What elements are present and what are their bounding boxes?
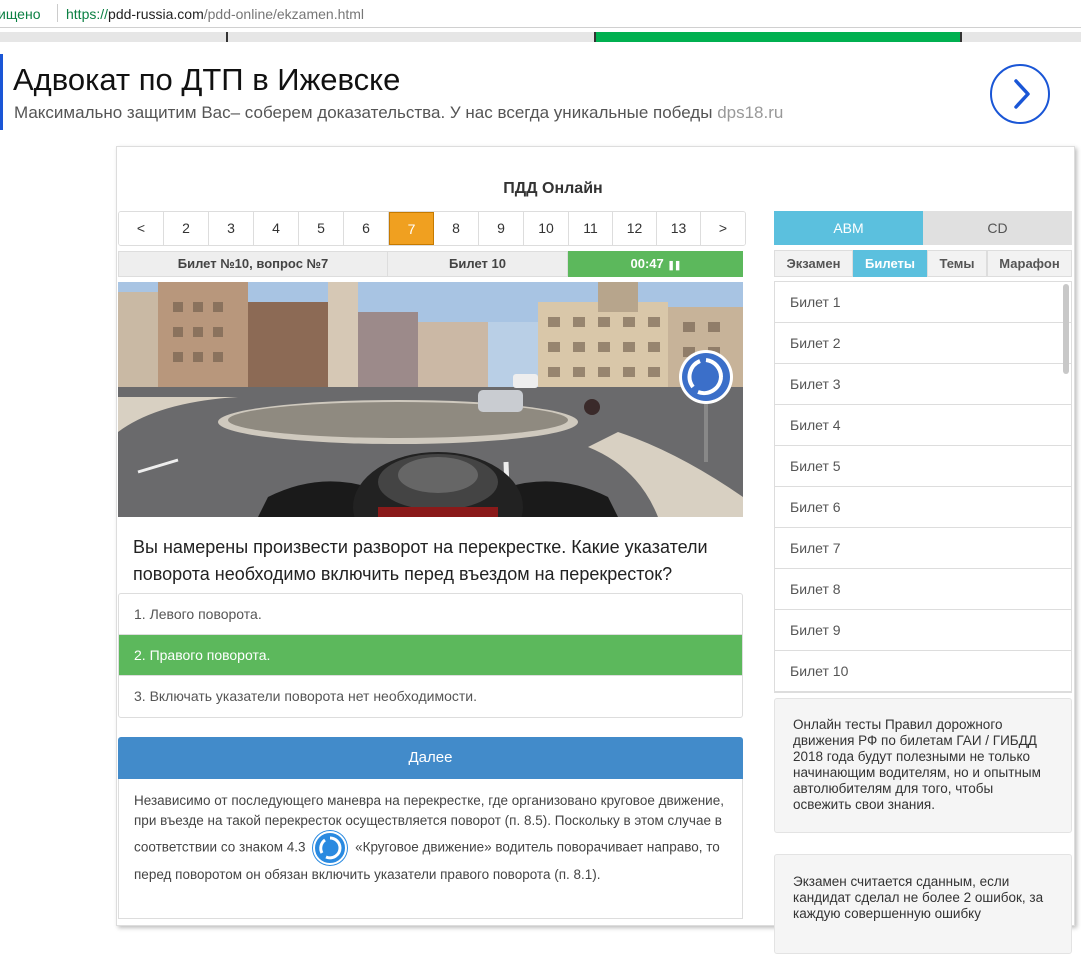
next-button[interactable]: Далее: [118, 737, 743, 779]
pager-item[interactable]: 4: [254, 212, 299, 245]
pager-item[interactable]: 13: [657, 212, 701, 245]
answer-option[interactable]: 3. Включать указатели поворота нет необх…: [119, 676, 742, 717]
ticket-item[interactable]: Билет 9: [775, 610, 1071, 651]
ad-title[interactable]: Адвокат по ДТП в Ижевске: [13, 62, 400, 98]
pager-item[interactable]: 2: [164, 212, 209, 245]
url-host: pdd-russia.com: [108, 6, 204, 22]
page-progress-strip: [0, 32, 1081, 42]
ticket-item[interactable]: Билет 2: [775, 323, 1071, 364]
pager-item[interactable]: 10: [524, 212, 569, 245]
pager-item[interactable]: 11: [569, 212, 613, 245]
progress-fill: [594, 32, 962, 42]
ticket-item[interactable]: Билет 8: [775, 569, 1071, 610]
secure-label: ищено: [0, 6, 41, 22]
ticket-label: Билет 10: [388, 251, 568, 277]
tab-cd[interactable]: CD: [923, 211, 1072, 245]
pause-icon[interactable]: ❚❚: [667, 260, 681, 270]
answer-list: 1. Левого поворота. 2. Правого поворота.…: [118, 593, 743, 718]
ticket-list[interactable]: Билет 1 Билет 2 Билет 3 Билет 4 Билет 5 …: [774, 281, 1072, 693]
pager-prev[interactable]: <: [119, 212, 164, 245]
ticket-item[interactable]: Билет 10: [775, 651, 1071, 692]
roundabout-scene-illustration: [118, 282, 743, 517]
page-title: ПДД Онлайн: [503, 180, 603, 197]
url-text[interactable]: https://pdd-russia.com/pdd-online/ekzame…: [66, 6, 364, 22]
ticket-item[interactable]: Билет 3: [775, 364, 1071, 405]
explanation: Независимо от последующего маневра на пе…: [118, 779, 743, 919]
info-box-exam-rules: Экзамен считается сданным, если кандидат…: [774, 854, 1072, 954]
pager-next[interactable]: >: [701, 212, 745, 245]
ad-domain[interactable]: dps18.ru: [717, 103, 783, 122]
question-text: Вы намерены произвести разворот на перек…: [133, 537, 708, 584]
ad-accent-bar: [0, 54, 3, 130]
url-path: /pdd-online/ekzamen.html: [203, 6, 365, 22]
pager-item[interactable]: 6: [344, 212, 389, 245]
pager-item-active[interactable]: 7: [389, 212, 434, 245]
ad-open-button[interactable]: [990, 64, 1050, 124]
url-scheme: https://: [66, 6, 109, 22]
timer[interactable]: 00:47 ❚❚: [568, 251, 743, 277]
chevron-right-icon: [1014, 79, 1030, 109]
pager-item[interactable]: 9: [479, 212, 524, 245]
pager-item[interactable]: 5: [299, 212, 344, 245]
ad-description-text: Максимально защитим Вас– соберем доказат…: [14, 103, 713, 122]
ad-banner[interactable]: Адвокат по ДТП в Ижевске Максимально защ…: [0, 54, 1081, 132]
answer-option-correct[interactable]: 2. Правого поворота.: [119, 635, 742, 676]
question-pager: < 2 3 4 5 6 7 8 9 10 11 12 13 >: [118, 211, 746, 246]
exam-panel: ПДД Онлайн < 2 3 4 5 6 7 8 9 10 11 12 13…: [116, 146, 1075, 954]
address-bar[interactable]: ищено https://pdd-russia.com/pdd-online/…: [0, 0, 1081, 28]
info-box-about: Онлайн тесты Правил дорожного движения Р…: [774, 698, 1072, 833]
tab-abm[interactable]: ABM: [774, 211, 923, 245]
ticket-item[interactable]: Билет 6: [775, 487, 1071, 528]
question-image: [118, 282, 743, 517]
pager-item[interactable]: 8: [434, 212, 479, 245]
ad-description: Максимально защитим Вас– соберем доказат…: [14, 103, 783, 123]
ticket-item[interactable]: Билет 5: [775, 446, 1071, 487]
answer-option[interactable]: 1. Левого поворота.: [119, 594, 742, 635]
ticket-item[interactable]: Билет 4: [775, 405, 1071, 446]
ticket-item[interactable]: Билет 1: [775, 282, 1071, 323]
progress-marker: [226, 32, 228, 42]
ticket-list-scrollbar[interactable]: [1063, 284, 1069, 374]
timer-value: 00:47: [630, 256, 664, 271]
tab-marathon[interactable]: Марафон: [987, 250, 1072, 277]
ticket-question-label: Билет №10, вопрос №7: [118, 251, 388, 277]
pager-item[interactable]: 3: [209, 212, 254, 245]
address-separator: [57, 4, 58, 22]
roundabout-sign-icon: [313, 831, 348, 865]
tab-exam[interactable]: Экзамен: [774, 250, 853, 277]
ticket-item[interactable]: Билет 7: [775, 528, 1071, 569]
mode-tabs: Экзамен Билеты Темы Марафон: [774, 250, 1072, 277]
pager-item[interactable]: 12: [613, 212, 657, 245]
tab-topics[interactable]: Темы: [927, 250, 987, 277]
category-tabs: ABM CD: [774, 211, 1072, 245]
ticket-info-bar: Билет №10, вопрос №7 Билет 10 00:47 ❚❚: [118, 251, 743, 277]
tab-tickets[interactable]: Билеты: [853, 250, 927, 277]
